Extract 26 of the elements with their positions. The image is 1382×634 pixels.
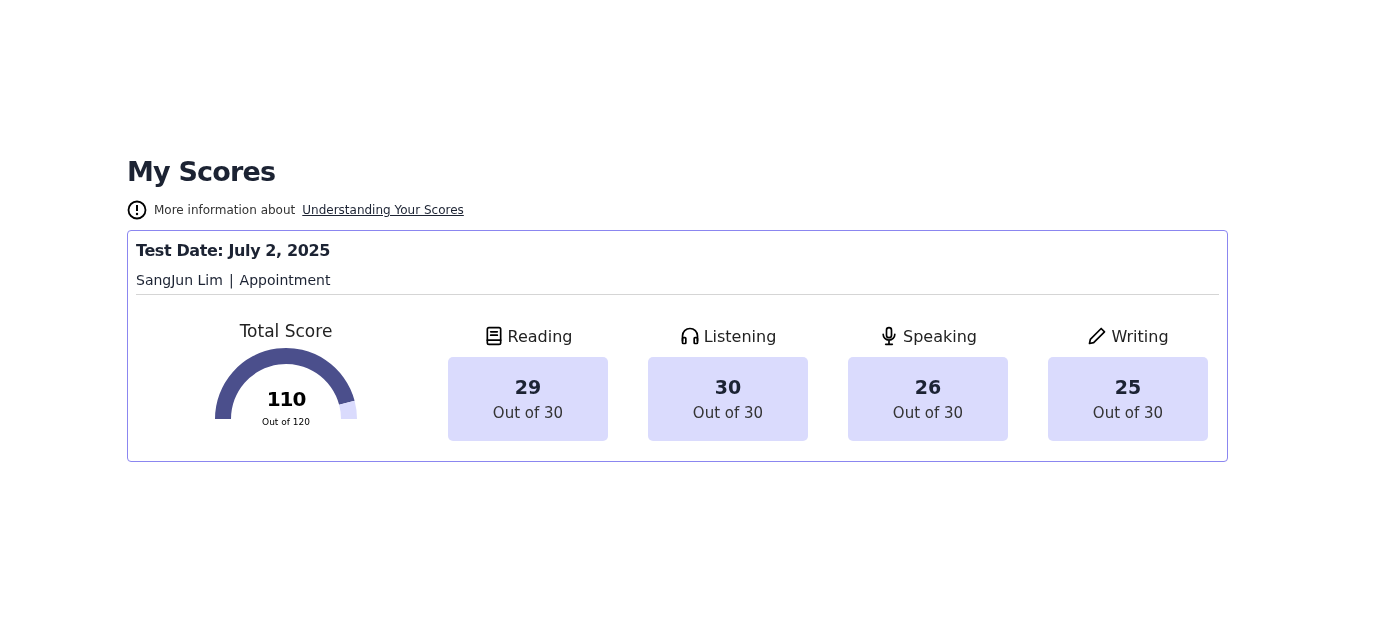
info-text: More information about [154, 203, 296, 217]
page-title: My Scores [127, 155, 277, 189]
headphones-icon [679, 326, 700, 346]
section-label: Speaking [903, 326, 977, 346]
section-out-of: Out of 30 [892, 404, 964, 422]
section-label: Reading [507, 326, 573, 346]
section-out-of: Out of 30 [692, 404, 764, 422]
appointment-type: Appointment [239, 272, 331, 288]
separator: | [228, 272, 234, 288]
section-score: 30 [714, 376, 742, 398]
total-score: 110 [265, 387, 307, 411]
scores-link[interactable]: Understanding Your Scores [302, 203, 464, 217]
section-score: 25 [1114, 376, 1142, 398]
microphone-icon [879, 326, 899, 346]
candidate-name: SangJun Lim [136, 272, 223, 288]
section-out-of: Out of 30 [492, 404, 564, 422]
section-score: 29 [514, 376, 542, 398]
total-out-of: Out of 120 [261, 417, 311, 427]
total-score-label: Total Score [239, 321, 333, 341]
pencil-icon [1087, 326, 1108, 346]
section-label: Listening [703, 326, 777, 346]
section-score: 26 [914, 376, 942, 398]
info-icon [127, 200, 147, 220]
section-out-of: Out of 30 [1092, 404, 1164, 422]
section-label: Writing [1111, 326, 1169, 346]
test-date: Test Date: July 2, 2025 [136, 241, 331, 260]
